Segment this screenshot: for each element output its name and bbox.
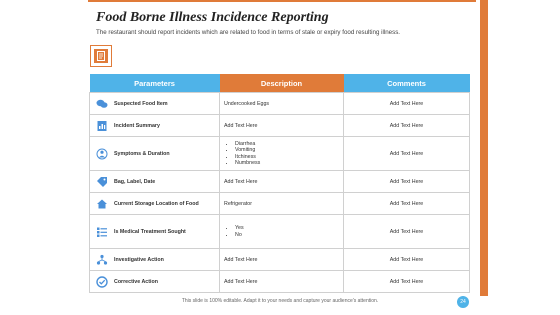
parameter-label: Symptoms & Duration: [114, 150, 170, 157]
parameter-label: Bag, Label, Date: [114, 178, 156, 185]
header-parameters: Parameters: [89, 74, 220, 93]
table-row: Bag, Label, Date Add Text Here Add Text …: [89, 170, 470, 193]
document-icon: [90, 45, 112, 67]
footer-note: This slide is 100% editable. Adapt it to…: [181, 298, 379, 304]
header-description: Description: [219, 74, 344, 93]
people-network-icon: [96, 254, 108, 265]
check-gauge-icon: [96, 275, 108, 288]
comment-cell: Add Text Here: [343, 192, 470, 215]
incident-table: Parameters Description Comments Suspecte…: [89, 74, 470, 293]
comment-cell: Add Text Here: [343, 114, 470, 137]
list-item: No: [235, 232, 339, 238]
description-cell: Undercooked Eggs: [219, 92, 344, 115]
medical-person-icon: [96, 148, 108, 159]
answer-list: Yes No: [224, 225, 339, 237]
parameter-label: Investigative Action: [114, 256, 164, 263]
description-cell: Add Text Here: [219, 248, 344, 271]
chart-document-icon: [97, 120, 107, 131]
chat-bubbles-icon: [96, 99, 108, 108]
page-title: Food Borne Illness Incidence Reporting: [96, 10, 329, 25]
description-cell: Diarrhea Vomiting Itchiness Numbness: [219, 136, 344, 171]
description-cell: Refrigerator: [219, 192, 344, 215]
comment-cell: Add Text Here: [343, 92, 470, 115]
comment-cell: Add Text Here: [343, 136, 470, 171]
description-cell: Yes No: [219, 214, 344, 249]
list-item: Numbness: [235, 160, 339, 166]
top-accent-line: [88, 0, 476, 2]
comment-cell: Add Text Here: [343, 248, 470, 271]
symptom-list: Diarrhea Vomiting Itchiness Numbness: [224, 141, 339, 166]
table-row: Symptoms & Duration Diarrhea Vomiting It…: [89, 136, 470, 171]
comment-cell: Add Text Here: [343, 270, 470, 293]
checklist-icon: [97, 227, 107, 237]
description-cell: Add Text Here: [219, 270, 344, 293]
description-cell: Add Text Here: [219, 170, 344, 193]
table-row: Is Medical Treatment Sought Yes No Add T…: [89, 214, 470, 249]
table-row: Incident Summary Add Text Here Add Text …: [89, 114, 470, 137]
description-cell: Add Text Here: [219, 114, 344, 137]
table-row: Suspected Food Item Undercooked Eggs Add…: [89, 92, 470, 115]
table-row: Current Storage Location of Food Refrige…: [89, 192, 470, 215]
parameter-label: Suspected Food Item: [114, 100, 168, 107]
tags-icon: [97, 176, 107, 187]
table-header-row: Parameters Description Comments: [89, 74, 470, 93]
house-icon: [97, 199, 107, 208]
table-row: Corrective Action Add Text Here Add Text…: [89, 270, 470, 293]
parameter-label: Is Medical Treatment Sought: [114, 228, 186, 235]
page-number-badge: 24: [457, 296, 469, 308]
page-subtitle: The restaurant should report incidents w…: [96, 29, 401, 36]
comment-cell: Add Text Here: [343, 170, 470, 193]
right-accent-bar: [480, 0, 488, 296]
table-row: Investigative Action Add Text Here Add T…: [89, 248, 470, 271]
parameter-label: Current Storage Location of Food: [114, 200, 199, 207]
comment-cell: Add Text Here: [343, 214, 470, 249]
parameter-label: Corrective Action: [114, 278, 158, 285]
parameter-label: Incident Summary: [114, 122, 160, 129]
header-comments: Comments: [343, 74, 470, 93]
